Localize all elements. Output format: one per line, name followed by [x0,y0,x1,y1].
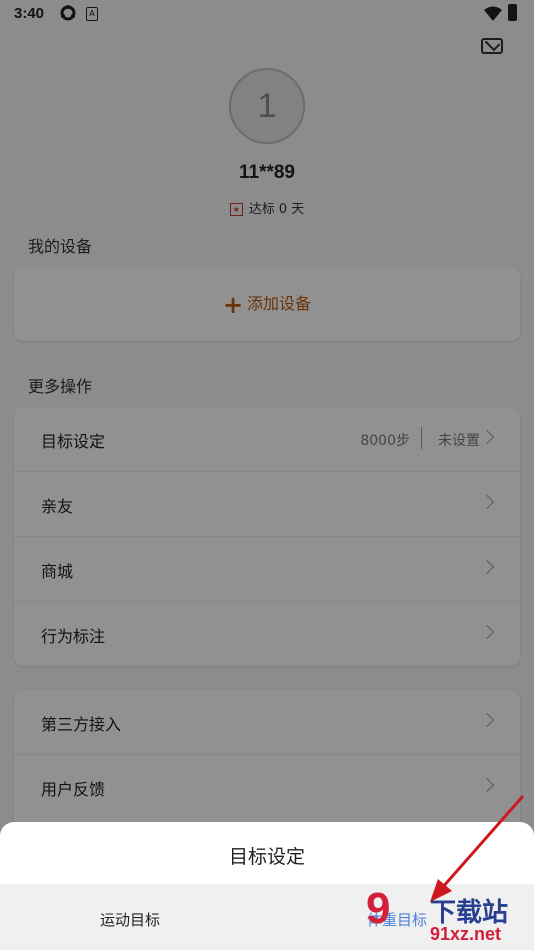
watermark-number: 9 [366,884,391,933]
watermark-logo: 9 下载站 91xz.net [366,884,534,950]
annotation-arrow [430,795,525,902]
watermark-url: 91xz.net [430,924,502,944]
